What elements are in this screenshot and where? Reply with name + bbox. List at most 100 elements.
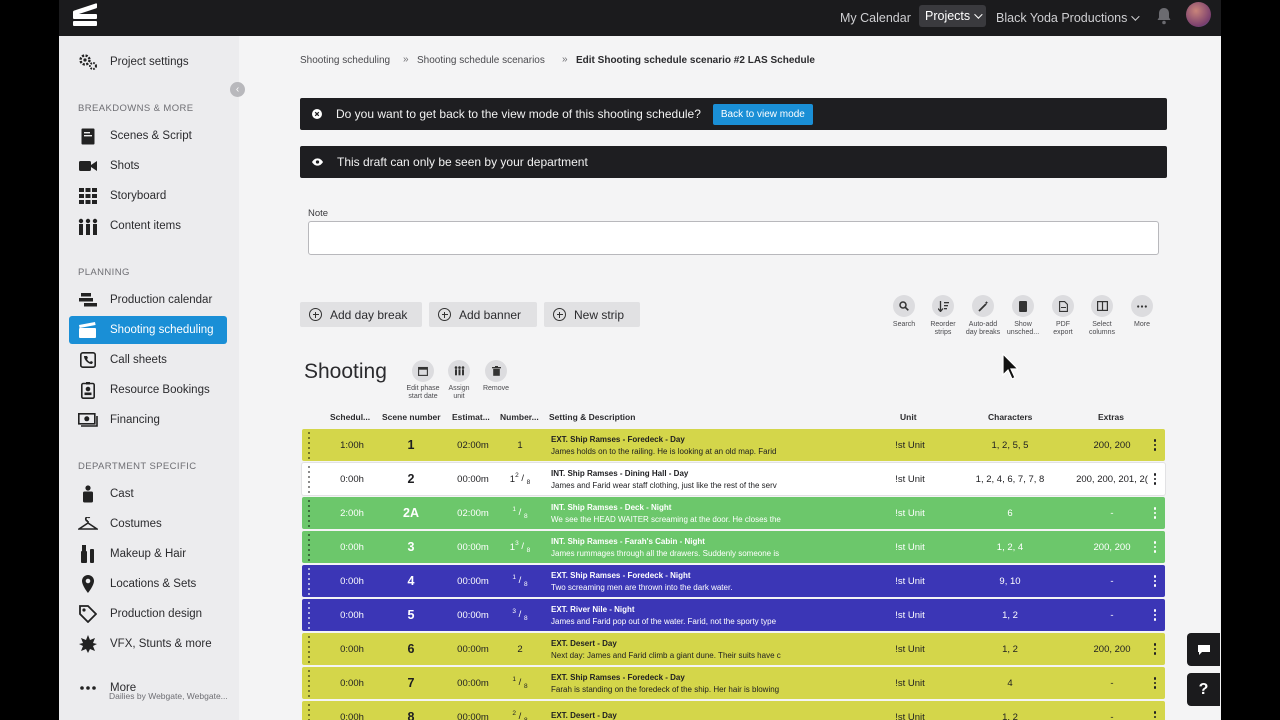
sidebar-item-makeup-hair[interactable]: Makeup & Hair <box>69 540 227 568</box>
strip-scene-number: 3 <box>407 540 415 554</box>
app-logo[interactable] <box>73 3 97 27</box>
drag-handle-icon[interactable] <box>306 429 314 461</box>
kebab-menu-icon[interactable] <box>1153 667 1157 699</box>
add-banner-button[interactable]: Add banner <box>429 302 537 327</box>
drag-handle-icon[interactable] <box>306 497 314 529</box>
organization-menu[interactable]: Black Yoda Productions <box>996 0 1141 36</box>
strip-estimate: 00:00m <box>457 541 489 553</box>
mouse-cursor-icon <box>1002 353 1018 380</box>
drag-handle-icon[interactable] <box>306 667 314 699</box>
reorder-strips-tool[interactable]: Reorder strips <box>921 295 965 337</box>
kebab-menu-icon[interactable] <box>1153 497 1157 529</box>
schedule-strip[interactable]: 2:00h 2A 02:00m 1 / 8 INT. Ship Ramses - De… <box>302 497 1165 529</box>
strip-unit: !st Unit <box>895 711 925 720</box>
sidebar-item-production-calendar[interactable]: Production calendar <box>69 286 227 314</box>
sidebar-item-locations-sets[interactable]: Locations & Sets <box>69 570 227 598</box>
strip-description: Two screaming men are thrown into the da… <box>551 582 733 592</box>
sidebar-item-shooting-scheduling[interactable]: Shooting scheduling <box>69 316 227 344</box>
breadcrumb-item[interactable]: Shooting scheduling <box>300 55 390 66</box>
edit-phase-start-date-tool[interactable]: Edit phase start date <box>403 360 443 401</box>
column-header-number[interactable]: Number... <box>500 412 539 422</box>
select-columns-tool[interactable]: Select columns <box>1080 295 1124 337</box>
add-day-break-button[interactable]: Add day break <box>300 302 422 327</box>
strip-characters: 1, 2 <box>1002 643 1018 655</box>
kebab-menu-icon[interactable] <box>1153 701 1157 720</box>
sidebar-item-production-design[interactable]: Production design <box>69 600 227 628</box>
column-header-extras[interactable]: Extras <box>1098 412 1124 422</box>
drag-handle-icon[interactable] <box>306 463 314 495</box>
schedule-strip[interactable]: 0:00h 4 00:00m 1 / 8 EXT. Ship Ramses - For… <box>302 565 1165 597</box>
strip-setting: EXT. Ship Ramses - Foredeck - Night Two s… <box>551 565 796 597</box>
strip-setting-title: INT. Ship Ramses - Deck - Night <box>551 502 672 512</box>
sidebar-item-costumes[interactable]: Costumes <box>69 510 227 538</box>
sidebar-item-cast[interactable]: Cast <box>69 480 227 508</box>
sidebar-item-project-settings[interactable]: Project settings <box>69 48 227 76</box>
more-tool[interactable]: More <box>1120 295 1164 329</box>
strip-scene-number: 2A <box>403 506 419 520</box>
column-header-unit[interactable]: Unit <box>900 412 917 422</box>
drag-handle-icon[interactable] <box>306 633 314 665</box>
kebab-menu-icon[interactable] <box>1153 565 1157 597</box>
collapse-sidebar-icon[interactable]: ‹ <box>230 82 245 97</box>
auto-add-day-breaks-tool[interactable]: Auto-add day breaks <box>961 295 1005 337</box>
sidebar-item-content-items[interactable]: Content items <box>69 212 227 240</box>
drag-handle-icon[interactable] <box>306 531 314 563</box>
sidebar-item-scenes-script[interactable]: Scenes & Script <box>69 122 227 150</box>
column-header-characters[interactable]: Characters <box>988 412 1032 422</box>
schedule-strip[interactable]: 0:00h 8 00:00m 2 / 8 EXT. Desert - Day !st U… <box>302 701 1165 720</box>
sidebar-item-vfx[interactable]: VFX, Stunts & more <box>69 630 227 658</box>
back-to-view-mode-button[interactable]: Back to view mode <box>712 103 813 125</box>
tool-label: More <box>1134 321 1150 328</box>
drag-handle-icon[interactable] <box>306 565 314 597</box>
schedule-strip[interactable]: 0:00h 7 00:00m 1 / 8 EXT. Ship Ramses - For… <box>302 667 1165 699</box>
kebab-menu-icon[interactable] <box>1153 599 1157 631</box>
sidebar-item-storyboard[interactable]: Storyboard <box>69 182 227 210</box>
drag-handle-icon[interactable] <box>306 701 314 720</box>
drag-handle-icon[interactable] <box>306 599 314 631</box>
column-header-setting[interactable]: Setting & Description <box>549 412 635 422</box>
schedule-strip[interactable]: 1:00h 1 02:00m 1 EXT. Ship Ramses - Foredeck… <box>302 429 1165 461</box>
user-avatar[interactable] <box>1186 2 1211 27</box>
pages-fraction: 1 / 8 <box>512 675 528 691</box>
tool-label: Select <box>1092 321 1112 328</box>
strip-pages: 1 / 8 <box>504 667 536 699</box>
chat-button[interactable] <box>1187 633 1220 666</box>
new-strip-button[interactable]: New strip <box>544 302 640 327</box>
kebab-menu-icon[interactable] <box>1153 633 1157 665</box>
column-header-schedule[interactable]: Schedul... <box>330 412 370 422</box>
sidebar-item-shots[interactable]: Shots <box>69 152 227 180</box>
column-header-scene-number[interactable]: Scene number <box>382 412 441 422</box>
help-button[interactable]: ? <box>1187 673 1220 706</box>
schedule-strip[interactable]: 0:00h 5 00:00m 3 / 8 EXT. River Nile - Nigh… <box>302 599 1165 631</box>
note-textarea[interactable] <box>308 221 1159 255</box>
pages-fraction: 2 / 8 <box>515 471 531 487</box>
kebab-menu-icon[interactable] <box>1153 463 1157 495</box>
show-unscheduled-tool[interactable]: Show unsched... <box>1001 295 1045 337</box>
sidebar-item-label: Costumes <box>110 518 162 530</box>
schedule-strip[interactable]: 0:00h 6 00:00m 2 EXT. Desert - Day Next day: … <box>302 633 1165 665</box>
strip-pages: 1 3 / 8 <box>504 531 536 563</box>
remove-phase-tool[interactable]: Remove <box>476 360 516 393</box>
sidebar-item-resource-bookings[interactable]: Resource Bookings <box>69 376 227 404</box>
breadcrumb-item[interactable]: Shooting schedule scenarios <box>417 55 545 66</box>
projects-menu[interactable]: Projects <box>919 5 987 27</box>
sidebar-item-label: Production calendar <box>110 294 213 306</box>
trash-icon <box>491 366 501 376</box>
sidebar-item-label: Makeup & Hair <box>110 548 187 560</box>
view-mode-message: Do you want to get back to the view mode… <box>336 107 701 121</box>
column-header-estimate[interactable]: Estimat... <box>452 412 490 422</box>
sidebar-item-financing[interactable]: Financing <box>69 406 227 434</box>
pdf-export-tool[interactable]: PDF export <box>1041 295 1085 337</box>
my-calendar-link[interactable]: My Calendar <box>840 0 911 36</box>
bell-icon[interactable] <box>1156 7 1172 25</box>
sidebar-item-call-sheets[interactable]: Call sheets <box>69 346 227 374</box>
search-tool[interactable]: Search <box>882 295 926 329</box>
schedule-strip[interactable]: 0:00h 2 00:00m 1 2 / 8 INT. Ship Ramses - Di… <box>302 463 1165 495</box>
strip-setting: INT. Ship Ramses - Deck - Night We see th… <box>551 497 796 529</box>
kebab-menu-icon[interactable] <box>1153 429 1157 461</box>
schedule-strip[interactable]: 0:00h 3 00:00m 1 3 / 8 INT. Ship Ramses - Fa… <box>302 531 1165 563</box>
close-circle-icon[interactable] <box>312 109 322 119</box>
assign-unit-tool[interactable]: Assign unit <box>439 360 479 401</box>
kebab-menu-icon[interactable] <box>1153 531 1157 563</box>
strip-pages: 2 / 8 <box>504 701 536 720</box>
